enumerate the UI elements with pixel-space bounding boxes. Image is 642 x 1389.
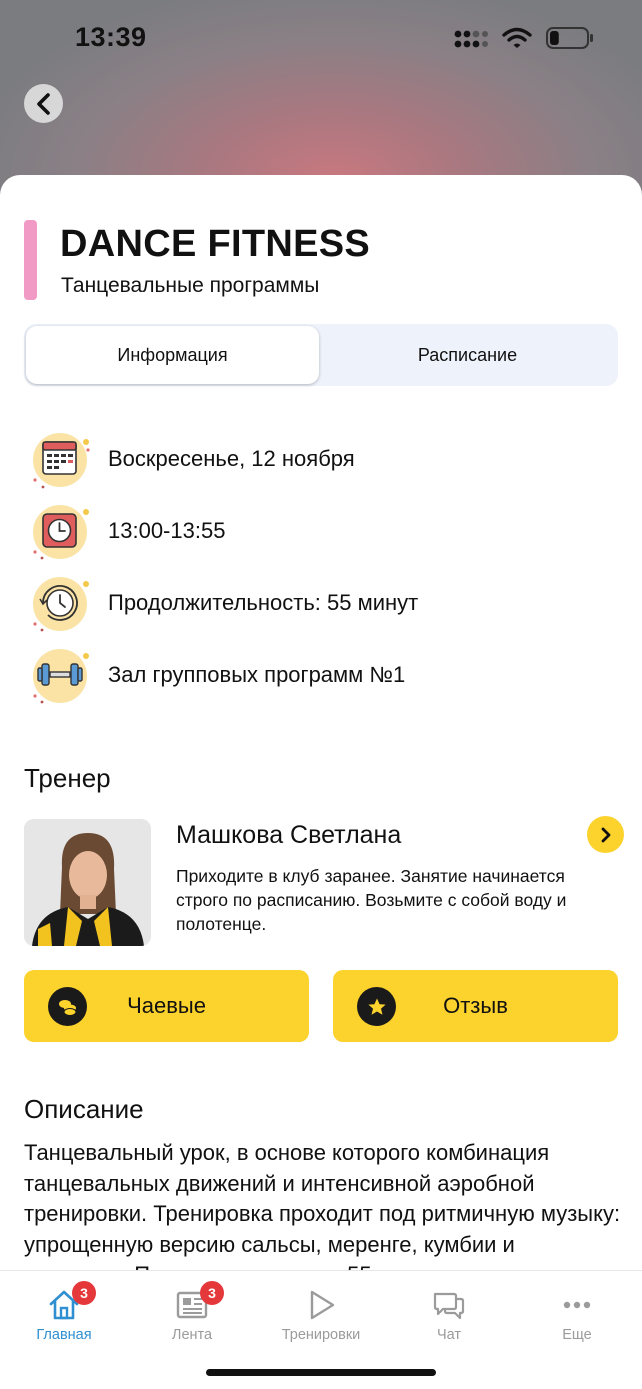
more-icon [560,1288,594,1322]
tabbar-label-feed: Лента [171,1327,213,1343]
review-button[interactable]: Отзыв [333,970,618,1042]
description-text: Танцевальный урок, в основе которого ком… [24,1140,621,1287]
home-badge: 3 [72,1281,96,1305]
trainer-details-button[interactable] [587,816,624,853]
trainer-name[interactable]: Машкова Светлана [176,821,401,850]
dumbbell-icon [30,644,92,706]
tabbar-label-home: Главная [36,1327,92,1343]
wifi-icon [502,27,532,54]
info-row-date: Воскресенье, 12 ноября [30,427,355,491]
review-label: Отзыв [443,993,508,1018]
tabbar-item-chat[interactable]: Чат [385,1271,513,1351]
chevron-left-icon [36,92,50,115]
feed-badge: 3 [200,1281,224,1305]
status-bar: 13:39 [0,0,642,76]
tabbar-item-workouts[interactable]: Тренировки [257,1271,385,1351]
page-subtitle: Танцевальные программы [61,274,320,297]
tips-button[interactable]: Чаевые [24,970,309,1042]
star-icon [357,987,396,1026]
play-icon [304,1288,338,1322]
info-row-time: 13:00-13:55 [30,499,225,563]
tabbar-label-workouts: Тренировки [281,1327,361,1343]
battery-icon [546,26,594,55]
tabbar-item-feed[interactable]: 3 Лента [128,1271,256,1351]
home-indicator [206,1369,436,1376]
trainer-avatar[interactable] [24,819,151,946]
back-button[interactable] [24,84,63,123]
signal-icon [454,27,488,54]
trainer-section-title: Тренер [24,763,111,793]
segmented-tabs: Информация Расписание [24,324,618,386]
tabbar-label-more: Еще [562,1327,592,1343]
tab-schedule[interactable]: Расписание [321,326,614,384]
chevron-right-icon [601,827,610,842]
info-hall: Зал групповых программ №1 [108,662,406,687]
info-row-hall: Зал групповых программ №1 [30,643,405,707]
calendar-icon [30,428,92,490]
coins-icon [48,987,87,1026]
tips-label: Чаевые [127,993,206,1018]
bottom-tab-bar: 3 Главная 3 Лента Тренировки Чат Еще [0,1270,642,1389]
tab-information[interactable]: Информация [26,326,319,384]
status-time: 13:39 [75,22,147,52]
tabbar-label-chat: Чат [436,1327,462,1343]
clock-icon [30,500,92,562]
status-icons [454,26,594,55]
trainer-note: Приходите в клуб заранее. Занятие начина… [176,866,567,934]
description-section-title: Описание [24,1094,144,1124]
category-accent-bar [24,220,37,300]
tabbar-item-home[interactable]: 3 Главная [0,1271,128,1351]
page-title: DANCE FITNESS [60,223,371,265]
tabbar-item-more[interactable]: Еще [513,1271,641,1351]
duration-icon [30,572,92,634]
info-date: Воскресенье, 12 ноября [108,446,355,471]
info-row-duration: Продолжительность: 55 минут [30,571,418,635]
info-time: 13:00-13:55 [108,518,226,543]
chat-icon [432,1288,466,1322]
info-duration: Продолжительность: 55 минут [108,590,419,615]
